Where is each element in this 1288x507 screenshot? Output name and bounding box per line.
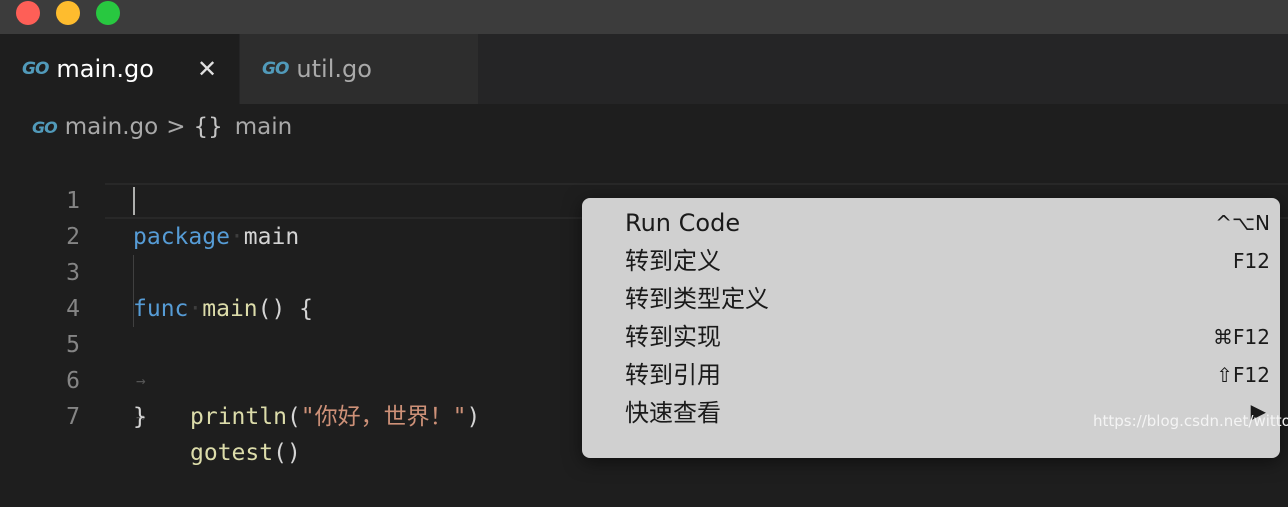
breadcrumb-symbol[interactable]: main [235, 114, 292, 140]
shortcut-label: ⌘F12 [1213, 325, 1270, 349]
window-minimize-button[interactable] [56, 1, 80, 25]
function-token: println [190, 404, 287, 430]
breadcrumb-file[interactable]: main.go [65, 114, 158, 140]
tab-label: util.go [296, 55, 372, 83]
menu-item-go-to-type-definition[interactable]: 转到类型定义 [582, 280, 1280, 318]
go-icon: GO [32, 117, 58, 137]
code-line: 1 package·main [0, 147, 1288, 250]
shortcut-label: ⇧F12 [1216, 363, 1270, 387]
menu-item-go-to-implementation[interactable]: 转到实现 ⌘F12 [582, 318, 1280, 356]
tab-bar: GO main.go ✕ GO util.go [0, 34, 1288, 104]
menu-item-run-code[interactable]: Run Code ^⌥N [582, 204, 1280, 242]
go-icon: GO [22, 59, 49, 79]
go-icon: GO [262, 59, 289, 79]
shortcut-label: ^⌥N [1215, 211, 1270, 235]
string-token: "你好，世界！" [300, 404, 467, 430]
tab-main-go[interactable]: GO main.go ✕ [0, 34, 239, 104]
close-icon[interactable]: ✕ [194, 54, 220, 84]
chevron-right-icon: > [166, 114, 186, 140]
indent-guide [133, 255, 134, 291]
watermark-text: https://blog.csdn.net/witton [1093, 412, 1288, 430]
shortcut-label: F12 [1233, 249, 1270, 273]
menu-item-go-to-references[interactable]: 转到引用 ⇧F12 [582, 356, 1280, 394]
indent-guide [133, 291, 134, 327]
function-token: gotest [190, 440, 274, 466]
menu-item-go-to-definition[interactable]: 转到定义 F12 [582, 242, 1280, 280]
window-close-button[interactable] [16, 1, 40, 25]
text-cursor [133, 187, 135, 215]
braces-icon: {} [193, 114, 223, 140]
tab-label: main.go [56, 55, 154, 83]
line-number: 7 [66, 404, 80, 430]
tab-util-go[interactable]: GO util.go [240, 34, 478, 104]
title-bar [0, 0, 1288, 34]
breadcrumb: GO main.go > {} main [32, 110, 292, 144]
punct-token: } [133, 404, 147, 430]
window-maximize-button[interactable] [96, 1, 120, 25]
